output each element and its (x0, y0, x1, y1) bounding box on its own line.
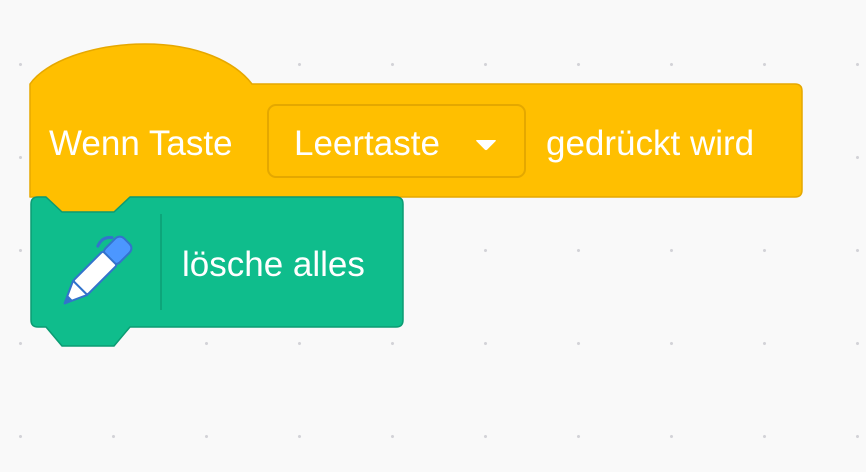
hat-block-label: Wenn Taste (49, 124, 233, 163)
clear-block-label: lösche alles (182, 245, 365, 284)
hat-block-suffix: gedrückt wird (546, 124, 755, 163)
key-dropdown-value: Leertaste (294, 124, 440, 163)
pen-icon (63, 235, 133, 305)
block-divider (160, 214, 162, 310)
key-dropdown[interactable]: Leertaste (267, 104, 526, 178)
chevron-down-icon (476, 140, 496, 151)
scripts-workspace[interactable]: Wenn Taste Leertaste gedrückt wird lösch… (0, 0, 866, 472)
